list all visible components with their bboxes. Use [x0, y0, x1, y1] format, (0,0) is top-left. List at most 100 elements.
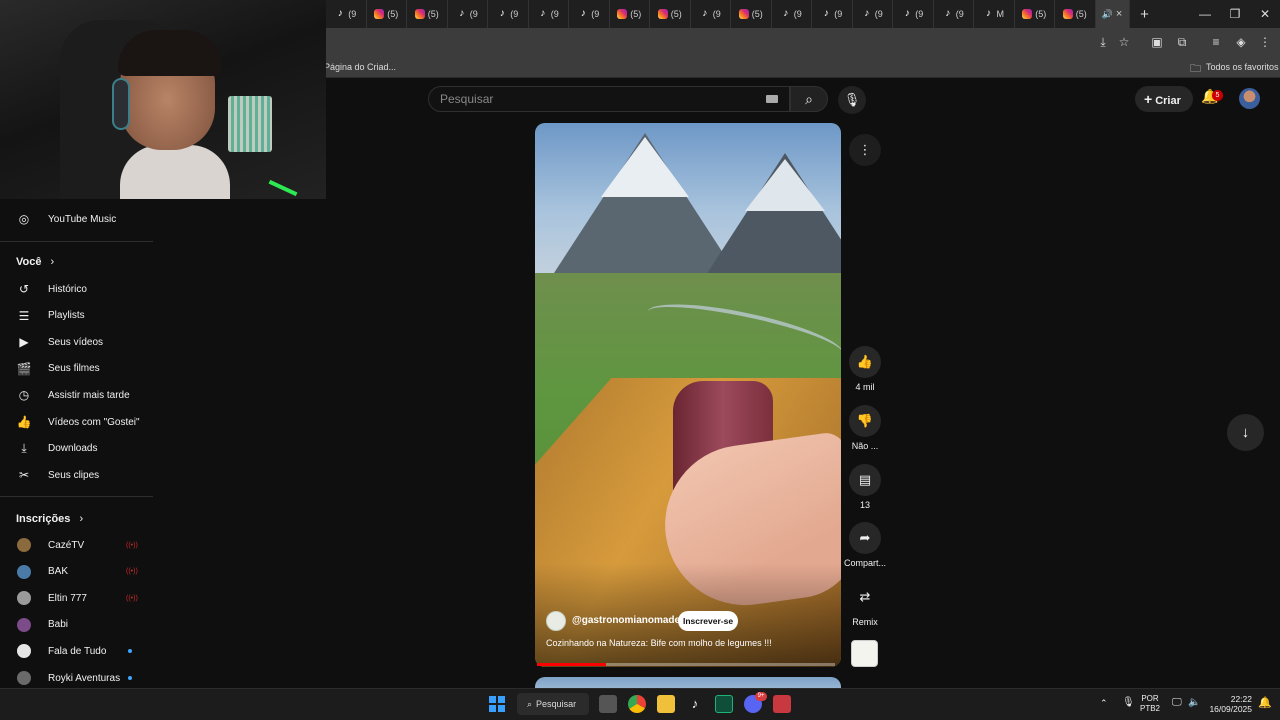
subscription-item[interactable]: BAK ((•))	[0, 559, 153, 585]
search-button[interactable]: ⌕	[790, 86, 828, 112]
sound-channel-thumbnail[interactable]	[851, 640, 878, 667]
microphone-tray-icon[interactable]: 🎙	[1122, 697, 1135, 708]
video-title[interactable]: Cozinhando na Natureza: Bife com molho d…	[546, 638, 772, 648]
chevron-up-icon[interactable]: ⌃	[1100, 698, 1108, 709]
browser-tab[interactable]: ♪ (9	[529, 0, 569, 28]
you-section-heading[interactable]: Você ›	[16, 256, 54, 268]
browser-tab[interactable]: (5)	[1055, 0, 1096, 28]
tab-label: (5)	[630, 9, 642, 19]
browser-tab[interactable]: ♪ (9	[488, 0, 529, 28]
restore-button[interactable]: ❐	[1220, 7, 1250, 21]
subscription-item[interactable]: Eltin 777 ((•))	[0, 585, 153, 611]
minimize-button[interactable]: —	[1190, 7, 1220, 21]
sidebar-item-movies[interactable]: 🎬 Seus filmes	[0, 356, 153, 382]
channel-name[interactable]: @gastronomianomades	[572, 615, 686, 626]
taskbar-search[interactable]: ⌕ Pesquisar	[517, 693, 589, 715]
share-button[interactable]: ➦	[849, 522, 881, 554]
remix-button[interactable]: ⇄	[849, 581, 881, 613]
sidebar-item-clips[interactable]: ✂ Seus clipes	[0, 462, 153, 488]
comments-button[interactable]: ▤	[849, 464, 881, 496]
all-bookmarks-link[interactable]: Todos os favoritos	[1206, 62, 1279, 72]
tab-close-icon[interactable]: ×	[1116, 8, 1122, 20]
close-window-button[interactable]: ✕	[1250, 7, 1280, 21]
keyboard-icon[interactable]	[766, 95, 778, 103]
tab-label: (9	[469, 9, 478, 19]
browser-tab[interactable]: ♪ (9	[812, 0, 853, 28]
spreadsheet-icon[interactable]	[715, 695, 733, 713]
profile-icon[interactable]: ◈	[1233, 34, 1249, 50]
sidebar-item-label: Seus vídeos	[48, 336, 104, 348]
bookmark-item[interactable]: Página do Criad...	[324, 62, 396, 72]
dislike-button[interactable]: 👎	[849, 405, 881, 437]
subscription-item[interactable]: Fala de Tudo	[0, 638, 153, 664]
puzzle-extensions-icon[interactable]: ⧉	[1174, 34, 1190, 50]
voice-search-button[interactable]: 🎙	[838, 86, 866, 114]
sidebar-item-youtube-music[interactable]: ◎ YouTube Music	[0, 206, 153, 232]
browser-tab[interactable]: ♪ (9	[934, 0, 974, 28]
notification-center-icon[interactable]: 🔔	[1258, 696, 1272, 709]
browser-tab[interactable]: ♪ (9	[691, 0, 731, 28]
sidebar-item-liked[interactable]: 👍 Vídeos com "Gostei"	[0, 409, 153, 435]
browser-tab[interactable]: (5)	[1015, 0, 1055, 28]
browser-tab[interactable]: (5)	[367, 0, 407, 28]
tiktok-icon: ♪	[823, 8, 829, 19]
browser-tab[interactable]: ♪ (9	[893, 0, 934, 28]
task-view-icon[interactable]	[599, 695, 617, 713]
windows-start-icon[interactable]	[489, 696, 505, 712]
tab-label: (9	[793, 9, 802, 19]
subscribe-button[interactable]: Inscrever-se	[678, 611, 738, 631]
bookmark-star-icon[interactable]: ☆	[1116, 34, 1132, 50]
instagram-icon	[738, 9, 749, 19]
chrome-icon[interactable]	[628, 695, 646, 713]
file-explorer-icon[interactable]	[657, 695, 675, 713]
browser-tab[interactable]: ♪ (9	[326, 0, 367, 28]
install-app-icon[interactable]: ⤓	[1095, 34, 1111, 50]
channel-avatar	[17, 617, 31, 632]
search-icon: ⌕	[805, 91, 813, 107]
sidebar-item-your-videos[interactable]: ▶ Seus vídeos	[0, 329, 153, 355]
browser-tab[interactable]: (5)	[407, 0, 448, 28]
short-video-player[interactable]	[535, 123, 841, 667]
comment-count: 13	[859, 500, 870, 510]
sidebar-item-history[interactable]: ↺ Histórico	[0, 276, 153, 302]
browser-tab[interactable]: (5)	[610, 0, 650, 28]
browser-tab[interactable]: ♪ (9	[772, 0, 812, 28]
subscription-item[interactable]: Babi	[0, 612, 153, 638]
browser-tab[interactable]: (5)	[650, 0, 691, 28]
subscription-name: Fala de Tudo	[48, 645, 107, 657]
sidebar-item-playlist[interactable]: ☰ Playlists	[0, 303, 153, 329]
network-icon[interactable]: 🖵	[1172, 697, 1182, 708]
browser-menu-icon[interactable]: ⋮	[1257, 34, 1273, 50]
sidebar-item-label: Seus clipes	[48, 469, 100, 481]
next-video-button[interactable]: ↓	[1227, 414, 1264, 451]
extension-icon[interactable]: ▣	[1149, 34, 1165, 50]
channel-avatar[interactable]	[546, 611, 566, 631]
subscription-name: BAK	[48, 566, 69, 578]
media-control-icon[interactable]: ≡	[1208, 34, 1224, 50]
next-short-preview[interactable]	[535, 677, 841, 688]
tab-label: (9	[915, 9, 924, 19]
language-indicator[interactable]: POR PTB2	[1140, 694, 1160, 714]
subscriptions-heading[interactable]: Inscrições ›	[16, 513, 83, 525]
new-tab-button[interactable]: +	[1130, 6, 1160, 23]
browser-tab[interactable]: ♪ (9	[448, 0, 488, 28]
browser-tab[interactable]: (5)	[731, 0, 772, 28]
tiktok-icon: ♪	[783, 8, 789, 19]
like-button[interactable]: 👍	[849, 346, 881, 378]
user-avatar[interactable]	[1239, 88, 1260, 109]
tab-label: (5)	[427, 9, 439, 19]
clock[interactable]: 22:22 16/09/2025	[1208, 694, 1252, 714]
volume-icon[interactable]: 🔈	[1188, 697, 1200, 708]
browser-tab[interactable]: ♪ (9	[569, 0, 610, 28]
create-button[interactable]: + Criar	[1135, 86, 1193, 112]
sidebar-item-download[interactable]: ⤓ Downloads	[0, 436, 153, 462]
browser-tab[interactable]: ♪ M	[974, 0, 1015, 28]
steam-icon[interactable]	[773, 695, 791, 713]
subscription-item[interactable]: CazéTV ((•))	[0, 532, 153, 558]
active-tab[interactable]: 🔊 ×	[1095, 0, 1130, 28]
tiktok-icon[interactable]: ♪	[686, 695, 704, 713]
more-options-button[interactable]: ⋮	[849, 134, 881, 166]
sidebar-item-watch-later[interactable]: ◷ Assistir mais tarde	[0, 382, 153, 408]
search-input[interactable]: Pesquisar	[428, 86, 790, 112]
browser-tab[interactable]: ♪ (9	[853, 0, 893, 28]
